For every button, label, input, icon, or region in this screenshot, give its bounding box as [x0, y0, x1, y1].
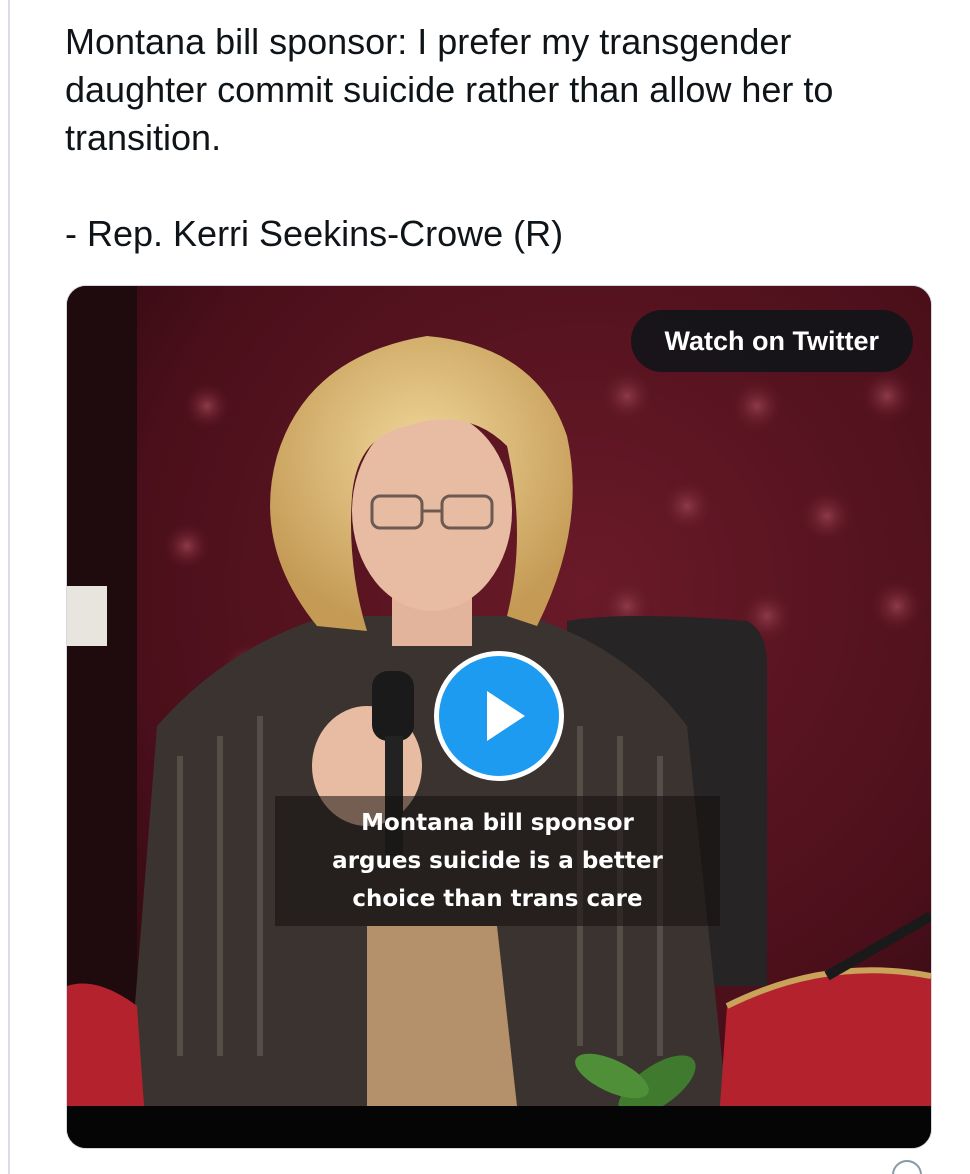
caption-line: argues suicide is a better: [332, 848, 663, 874]
caption-line: Montana bill sponsor: [361, 810, 634, 836]
tweet-text-line: transition.: [65, 117, 222, 158]
caption-line: choice than trans care: [352, 886, 643, 912]
tweet-text-line: daughter commit suicide rather than allo…: [65, 69, 834, 110]
watch-on-twitter-button[interactable]: Watch on Twitter: [630, 310, 913, 372]
play-button[interactable]: [434, 651, 564, 781]
thread-divider: [8, 0, 10, 1174]
tweet-attribution: - Rep. Kerri Seekins-Crowe (R): [65, 213, 564, 254]
video-player[interactable]: Watch on Twitter Montana bill sponsor ar…: [66, 285, 932, 1149]
video-control-bar: [67, 1106, 931, 1148]
info-icon[interactable]: [892, 1160, 922, 1174]
tweet-text-line: Montana bill sponsor: I prefer my transg…: [65, 21, 792, 62]
video-caption: Montana bill sponsor argues suicide is a…: [275, 796, 720, 926]
tweet-card: Montana bill sponsor: I prefer my transg…: [0, 0, 970, 1174]
tweet-text: Montana bill sponsor: I prefer my transg…: [65, 18, 945, 258]
play-icon: [487, 691, 525, 741]
